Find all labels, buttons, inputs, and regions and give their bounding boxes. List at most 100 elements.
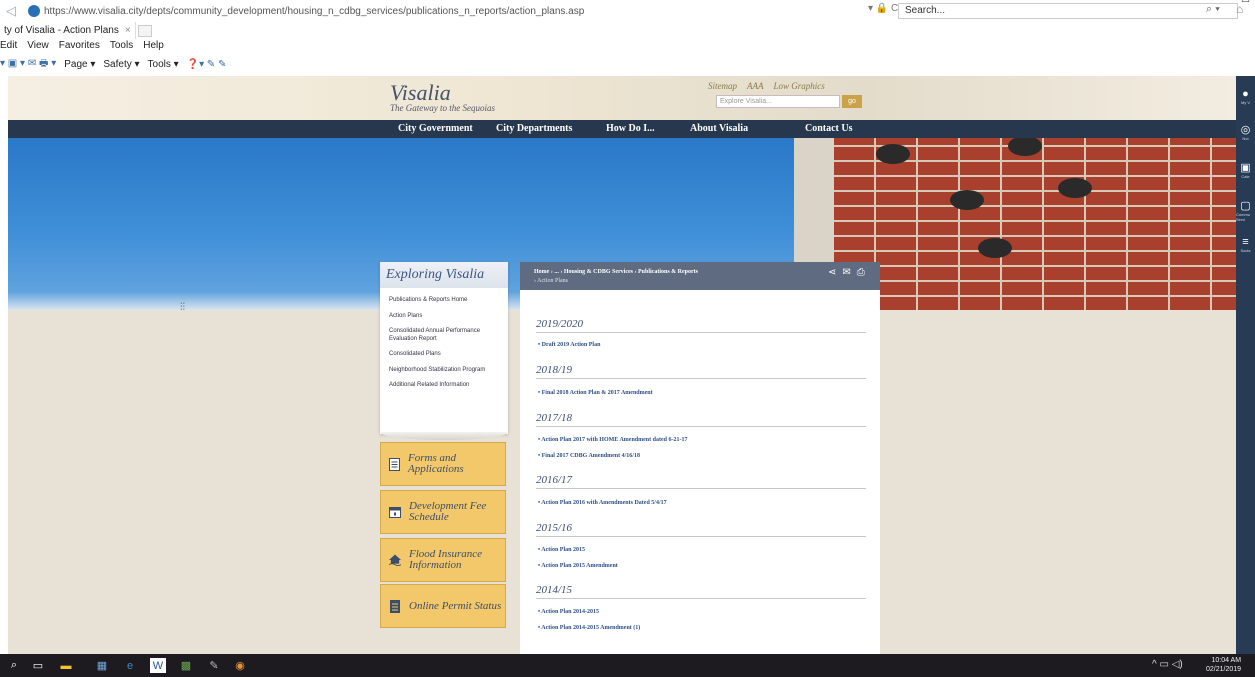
search-icon[interactable]: ⌕: [6, 658, 22, 673]
rail-notify[interactable]: ◎ Not: [1236, 124, 1255, 141]
document-icon: [389, 457, 400, 471]
tree-silhouette: ⫶⫶: [180, 302, 185, 313]
menu-edit[interactable]: Edit: [0, 40, 17, 56]
breadcrumb-current: › Action Plans: [534, 278, 568, 284]
promo-forms-applications[interactable]: Forms and Applications: [380, 442, 506, 486]
doc-link[interactable]: • Final 2018 Action Plan & 2017 Amendmen…: [538, 390, 653, 396]
sitemap-link[interactable]: Sitemap: [708, 81, 737, 91]
nav-about-visalia[interactable]: About Visalia: [690, 123, 748, 134]
search-icon[interactable]: ⌕ ▾: [1206, 3, 1220, 16]
chrome-icon[interactable]: ◉: [232, 658, 248, 673]
doc-link[interactable]: • Action Plan 2014-2015 Amendment (1): [538, 625, 640, 631]
paint-icon[interactable]: ✎: [206, 658, 222, 673]
year-divider: [536, 536, 866, 537]
doc-link[interactable]: • Action Plan 2015: [538, 547, 585, 553]
cmd-safety[interactable]: Safety ▾: [103, 59, 139, 70]
rail-social[interactable]: ≡ Socia: [1236, 236, 1255, 253]
nav-city-government[interactable]: City Government: [398, 123, 473, 134]
menu-bar: Edit View Favorites Tools Help: [0, 40, 164, 56]
doc-link[interactable]: • Draft 2019 Action Plan: [538, 342, 600, 348]
sidebar-link-action-plans[interactable]: Action Plans: [389, 310, 502, 326]
user-icon: ●: [1242, 88, 1249, 100]
menu-help[interactable]: Help: [143, 40, 164, 56]
cmd-tools[interactable]: Tools ▾: [148, 59, 179, 70]
menu-tools[interactable]: Tools: [110, 40, 133, 56]
wall-post: [950, 190, 984, 210]
browser-search-input[interactable]: Search...: [898, 3, 1238, 19]
tab-title: ty of Visalia - Action Plans: [4, 25, 119, 36]
url-text: https://www.visalia.city/depts/community…: [44, 5, 585, 17]
rail-community-services[interactable]: ▢ Commu Servi: [1236, 200, 1255, 222]
new-tab-button[interactable]: [137, 24, 152, 37]
help-icon[interactable]: ❓▾ ✎ ✎: [187, 59, 227, 70]
wall-post: [978, 238, 1012, 258]
rail-my-visalia[interactable]: ● My V: [1236, 88, 1255, 105]
promo-label: Online Permit Status: [409, 599, 502, 612]
doc-link[interactable]: • Action Plan 2014-2015: [538, 609, 599, 615]
file-explorer-icon[interactable]: ▬: [58, 658, 74, 673]
refresh-lock-icons[interactable]: ▾ 🔒 C: [868, 3, 898, 14]
breadcrumb[interactable]: Home › ... › Housing & CDBG Services › P…: [534, 269, 698, 275]
url-field[interactable]: https://www.visalia.city/depts/community…: [28, 3, 890, 19]
section-nav: Publications & Reports Home Action Plans…: [380, 288, 508, 395]
wall-post: [876, 144, 910, 164]
doc-link-text: Action Plan 2014-2015: [541, 609, 599, 615]
year-heading: 2019/2020: [536, 318, 584, 330]
sidebar-link-nsp[interactable]: Neighborhood Stabilization Program: [389, 364, 502, 380]
site-search-input[interactable]: Explore Visalia...: [716, 95, 840, 108]
doc-link-text: Final 2017 CDBG Amendment 4/16/18: [541, 453, 640, 459]
clock-time: 10:04 AM: [1211, 657, 1242, 664]
calendar-icon: [389, 505, 401, 519]
cmd-page[interactable]: Page ▾: [64, 59, 95, 70]
text-size-link[interactable]: AAA: [747, 81, 764, 91]
menu-favorites[interactable]: Favorites: [59, 40, 100, 56]
clock-date: 02/21/2019: [1206, 666, 1242, 673]
low-graphics-link[interactable]: Low Graphics: [774, 81, 825, 91]
nav-city-departments[interactable]: City Departments: [496, 123, 572, 134]
window-restore-button[interactable]: ☐: [1241, 0, 1250, 5]
sidebar-link-additional-info[interactable]: Additional Related Information: [389, 379, 502, 395]
tab-bar: ty of Visalia - Action Plans ×: [0, 22, 1255, 39]
windows-taskbar: ⌕ ▭ ▬ ▦ e W ▩ ✎ ◉ ^ ▭ ◁) 10:04 AM 02/21/…: [0, 654, 1255, 677]
back-button[interactable]: ◁: [0, 1, 22, 21]
sidebar-link-publications-home[interactable]: Publications & Reports Home: [389, 294, 502, 310]
promo-development-fee-schedule[interactable]: Development Fee Schedule: [380, 490, 506, 534]
spreadsheet-icon[interactable]: ▩: [178, 658, 194, 673]
clock[interactable]: 10:04 AM 02/21/2019: [1206, 656, 1241, 674]
word-icon[interactable]: W: [150, 658, 166, 673]
email-icon[interactable]: ✉: [842, 267, 850, 278]
promo-flood-insurance[interactable]: Flood Insurance Information: [380, 538, 506, 582]
doc-link-text: Action Plan 2015: [541, 547, 585, 553]
doc-link[interactable]: • Action Plan 2015 Amendment: [538, 563, 618, 569]
nav-how-do-i[interactable]: How Do I...: [606, 123, 655, 134]
promo-online-permit-status[interactable]: Online Permit Status: [380, 584, 506, 628]
year-heading: 2017/18: [536, 412, 573, 424]
year-heading: 2016/17: [536, 474, 573, 486]
exploring-visalia-heading: Exploring Visalia: [380, 262, 508, 288]
right-quick-links: ● My V ◎ Not ▣ Cale ▢ Commu Servi ≡ Socia: [1236, 76, 1255, 654]
system-tray-icons[interactable]: ^ ▭ ◁): [1152, 659, 1183, 670]
home-feeds-icon[interactable]: ▾ ▣ ▾ ✉ 🖶 ▾: [0, 56, 56, 73]
tab-action-plans[interactable]: ty of Visalia - Action Plans ×: [0, 22, 136, 39]
nav-contact-us[interactable]: Contact Us: [805, 123, 853, 134]
window-minimize-button[interactable]: —: [1220, 0, 1230, 5]
doc-link-text: Draft 2019 Action Plan: [541, 342, 601, 348]
flood-house-icon: [389, 553, 401, 567]
tab-close-icon[interactable]: ×: [125, 22, 131, 39]
internet-explorer-icon[interactable]: e: [122, 658, 138, 673]
sidebar-link-consolidated-plans[interactable]: Consolidated Plans: [389, 348, 502, 364]
print-icon[interactable]: ⎙: [857, 267, 865, 278]
menu-view[interactable]: View: [27, 40, 49, 56]
people-app-icon[interactable]: ▦: [94, 658, 110, 673]
task-view-icon[interactable]: ▭: [30, 658, 46, 673]
site-search-button[interactable]: go: [842, 95, 862, 108]
site-favicon-icon: [28, 5, 40, 17]
sidebar-link-caper[interactable]: Consolidated Annual Performance Evaluati…: [389, 325, 502, 348]
doc-link[interactable]: • Action Plan 2017 with HOME Amendment d…: [538, 437, 687, 443]
year-divider: [536, 488, 866, 489]
web-page: Visalia The Gateway to the Sequoias Site…: [8, 76, 1236, 654]
share-icon[interactable]: ⋖: [828, 267, 836, 278]
doc-link[interactable]: • Action Plan 2016 with Amendments Dated…: [538, 500, 667, 506]
rail-calendar[interactable]: ▣ Cale: [1236, 162, 1255, 179]
doc-link[interactable]: • Final 2017 CDBG Amendment 4/16/18: [538, 453, 640, 459]
